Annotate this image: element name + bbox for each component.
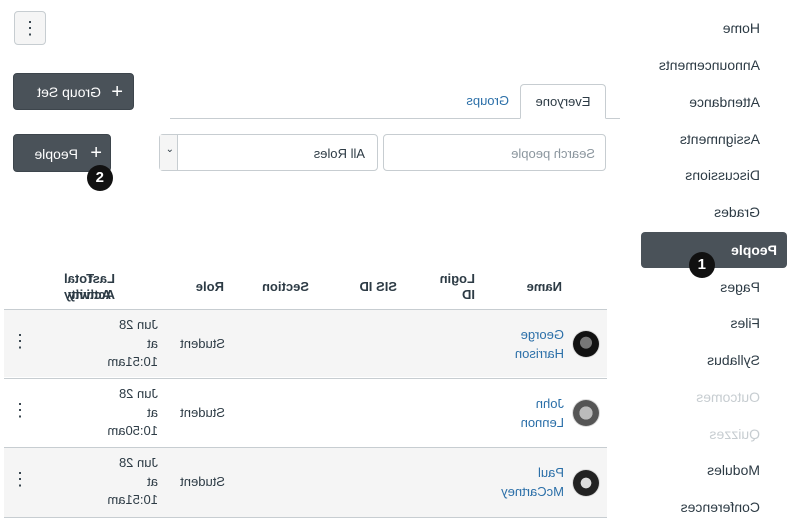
nav-files[interactable]: Files (610, 315, 760, 331)
row-kebab-icon[interactable]: ⋮ (11, 469, 29, 489)
nav-quizzes[interactable]: Quizzes (610, 426, 760, 442)
avatar[interactable] (573, 470, 599, 496)
tab-groups[interactable]: Groups (466, 93, 509, 108)
select-arrow-box: ⌄ (160, 135, 178, 170)
role-cell: Student (180, 336, 225, 351)
header-sis-id: SIS ID (359, 279, 397, 294)
add-group-set-label: Group Set (37, 84, 101, 100)
plus-icon: + (90, 142, 102, 164)
role-filter-value: All Roles (313, 146, 365, 161)
row-kebab-icon[interactable]: ⋮ (11, 400, 29, 420)
nav-discussions[interactable]: Discussions (610, 167, 760, 183)
kebab-icon: ⋮ (21, 17, 39, 38)
tab-everyone[interactable]: Everyone (520, 84, 606, 119)
nav-announcements[interactable]: Announcements (610, 57, 760, 73)
nav-grades[interactable]: Grades (610, 204, 760, 220)
student-name-link[interactable]: Paul McCartney (501, 464, 564, 501)
last-activity-cell: Jun 28 at 10:51am (107, 317, 158, 369)
nav-assignments[interactable]: Assignments (610, 131, 760, 147)
student-name-link[interactable]: George Harrison (515, 326, 564, 363)
add-group-set-button[interactable]: + Group Set (13, 73, 134, 110)
avatar[interactable] (573, 400, 599, 426)
nav-syllabus[interactable]: Syllabus (610, 352, 760, 368)
header-role: Role (195, 279, 224, 294)
search-input[interactable]: Search people (383, 134, 606, 171)
table-row: Paul McCartney Student Jun 28 at 10:51am ⋮ (4, 447, 607, 518)
avatar[interactable] (573, 331, 599, 357)
nav-modules[interactable]: Modules (610, 462, 760, 478)
last-activity-cell: Jun 28 at 10:50am (107, 386, 158, 438)
header-total-activity-overlay: Total Activity (64, 271, 111, 302)
nav-conferences[interactable]: Conferences (610, 499, 760, 515)
step-badge-2: 2 (87, 165, 113, 191)
more-options-button[interactable]: ⋮ (14, 11, 46, 45)
nav-pages[interactable]: Pages (610, 279, 760, 295)
row-kebab-icon[interactable]: ⋮ (11, 331, 29, 351)
nav-home[interactable]: Home (610, 20, 760, 36)
student-name-link[interactable]: John Lennon (521, 395, 564, 432)
table-row: John Lennon Student Jun 28 at 10:50am ⋮ (4, 378, 607, 446)
role-cell: Student (180, 405, 225, 420)
nav-outcomes[interactable]: Outcomes (610, 389, 760, 405)
role-filter-select[interactable]: All Roles ⌄ (159, 134, 378, 171)
people-page: Home Announcements Attendance Assignment… (0, 0, 790, 522)
add-people-label: People (34, 146, 78, 162)
search-placeholder: Search people (511, 146, 595, 161)
nav-attendance[interactable]: Attendance (610, 94, 760, 110)
header-name[interactable]: Name (527, 279, 562, 295)
role-cell: Student (180, 474, 225, 489)
step-badge-1: 1 (689, 252, 715, 278)
plus-icon: + (111, 81, 123, 103)
header-section: Section (262, 279, 309, 294)
last-activity-cell: Jun 28 at 10:51am (107, 455, 158, 507)
table-row: George Harrison Student Jun 28 at 10:51am ⋮ (4, 309, 607, 377)
chevron-down-icon: ⌄ (165, 144, 174, 155)
header-login-id: Login ID (439, 271, 475, 302)
